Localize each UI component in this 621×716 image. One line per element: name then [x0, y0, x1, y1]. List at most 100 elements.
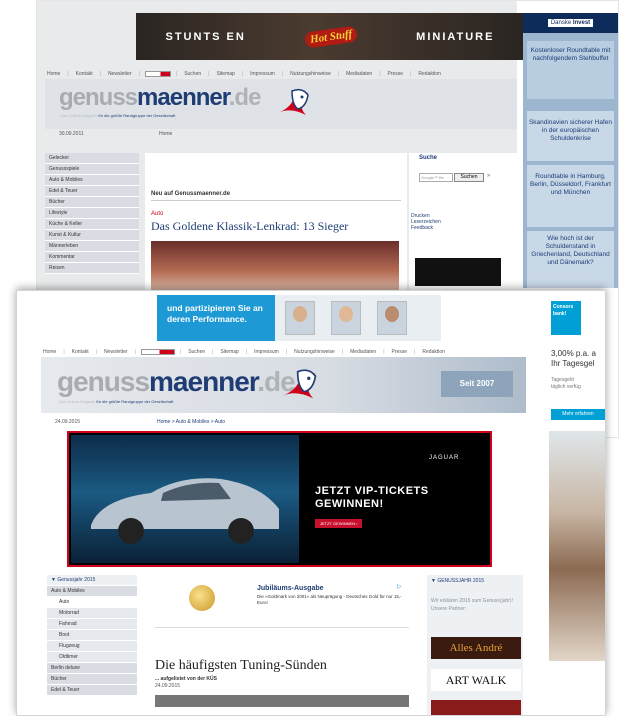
- sidebar-item[interactable]: Berlin deluxe: [47, 663, 137, 674]
- article-image: [155, 695, 409, 707]
- sidebar-item[interactable]: Kommentar: [45, 252, 139, 263]
- sidebar-item[interactable]: Motorrad: [47, 608, 137, 619]
- adchoices-icon[interactable]: ▷: [397, 583, 402, 590]
- danske-ad[interactable]: Danske Invest Kostenloser Roundtable mit…: [523, 13, 618, 288]
- sidebar-item[interactable]: Auto & Mobiles: [47, 586, 137, 597]
- nav-sitemap[interactable]: Sitemap: [218, 349, 240, 355]
- consors-ad[interactable]: Consors bank! 3,00% p.a. a Ihr Tagesgel …: [549, 301, 605, 715]
- red-box: [431, 700, 521, 715]
- nav-newsletter[interactable]: Newsletter: [102, 349, 130, 355]
- nav-home[interactable]: Home: [41, 349, 58, 355]
- consors-button[interactable]: Mehr erfahren: [551, 409, 605, 420]
- nav-impressum[interactable]: Impressum: [252, 349, 281, 355]
- sidebar-item[interactable]: Küche & Keller: [45, 219, 139, 230]
- promo-text: und partizipieren Sie an deren Performan…: [157, 295, 275, 341]
- nav-impressum[interactable]: Impressum: [248, 71, 277, 77]
- coin-ad[interactable]: Jubiläums-Ausgabe Die »Goldmark von 2001…: [177, 581, 407, 617]
- search-button[interactable]: Suchen: [454, 173, 484, 182]
- consors-sub: Ihr Tagesgel: [551, 359, 595, 368]
- article-photo: [151, 241, 399, 291]
- sidebar-item[interactable]: Reisen: [45, 263, 139, 274]
- link-feedback[interactable]: Feedback: [411, 225, 441, 231]
- danske-brand-b: Invest: [572, 20, 591, 26]
- jaguar-brand: JAGUAR: [429, 455, 460, 461]
- breadcrumb[interactable]: Home > Auto & Mobiles > Auto: [157, 419, 225, 425]
- screenshot-2015: und partizipieren Sie an deren Performan…: [16, 290, 606, 716]
- nav-nutzung[interactable]: Nutzungshinweise: [292, 349, 337, 355]
- banner-left-text: STUNTS EN: [165, 30, 246, 43]
- date: 24.09.2015: [55, 419, 81, 425]
- nav-nutzung[interactable]: Nutzungshinweise: [288, 71, 333, 77]
- date-bar: 24.09.2015 Home > Auto & Mobiles > Auto: [41, 417, 526, 427]
- danske-box-1: Kostenloser Roundtable mit nachfolgendem…: [527, 41, 614, 99]
- sidebar-item[interactable]: Kunst & Kultur: [45, 230, 139, 241]
- nav-presse[interactable]: Presse: [390, 349, 410, 355]
- article-category: Auto: [151, 211, 164, 217]
- danske-logo: Danske Invest: [547, 19, 594, 27]
- sidebar-item[interactable]: Boot: [47, 630, 137, 641]
- article-divider: [155, 627, 409, 628]
- sidebar-item[interactable]: Gelecker: [45, 153, 139, 164]
- top-banner-ad[interactable]: STUNTS EN Hot Stuff MINIATURE: [136, 13, 524, 60]
- nav-mediadaten[interactable]: Mediadaten: [344, 71, 374, 77]
- sidebar-item[interactable]: Genussspiele: [45, 164, 139, 175]
- sidebar-item-active[interactable]: Auto: [47, 597, 137, 608]
- article-subtitle: ... aufgelistet von der KÜS: [155, 676, 217, 682]
- search-label: Suche: [419, 155, 438, 161]
- breadcrumb[interactable]: Home: [159, 131, 172, 137]
- danske-brand-a: Danske: [550, 20, 572, 26]
- tagline: Das Online-Magazin für die größte Randgr…: [61, 113, 175, 118]
- top-navigation: Home | Kontakt | Newsletter | | Suchen | Sit…: [45, 71, 443, 77]
- sidebar-item[interactable]: ▼ Genussjahr 2015: [47, 575, 137, 586]
- nav-badge[interactable]: [140, 349, 175, 355]
- sidebar-item[interactable]: Bücher: [47, 674, 137, 685]
- sidebar-item[interactable]: Auto & Mobiles: [45, 175, 139, 186]
- hot-stuff-logo: Hot Stuff: [304, 24, 358, 49]
- dark-ad-box[interactable]: [415, 258, 501, 286]
- jaguar-cta[interactable]: JETZT GEWINNEN ›: [315, 519, 363, 528]
- nav-redaktion[interactable]: Redaktion: [416, 71, 443, 77]
- promo-banner[interactable]: und partizipieren Sie an deren Performan…: [157, 295, 441, 341]
- sidebar-item[interactable]: Fahrrad: [47, 619, 137, 630]
- nav-mediadaten[interactable]: Mediadaten: [348, 349, 378, 355]
- search-input[interactable]: Google™ Be: [419, 173, 453, 182]
- sidebar-item[interactable]: Bücher: [45, 197, 139, 208]
- art-walk-logo[interactable]: ART WALK: [431, 669, 521, 691]
- tagline-faint: Das Online-Magazin: [59, 399, 96, 404]
- sidebar-item[interactable]: Lifestyle: [45, 208, 139, 219]
- sidebar-item[interactable]: Oldtimer: [47, 652, 137, 663]
- sidebar: ▼ Genussjahr 2015 Auto & Mobiles Auto Mo…: [47, 575, 137, 696]
- article-title[interactable]: Die häufigsten Tuning-Sünden: [155, 658, 415, 674]
- genussjahr-heading: ▼ GENUSSJAHR 2015: [431, 578, 485, 584]
- jaguar-ad[interactable]: JAGUAR JETZT VIP-TICKETS GEWINNEN! JETZT…: [67, 431, 492, 567]
- nav-suchen[interactable]: Suchen: [182, 71, 203, 77]
- sidebar-item[interactable]: Männerleben: [45, 241, 139, 252]
- danske-header: Danske Invest: [523, 13, 618, 33]
- car-image: [71, 435, 299, 563]
- sidebar-item[interactable]: Flugzeug: [47, 641, 137, 652]
- article-title[interactable]: Das Goldene Klassik-Lenkrad: 13 Sieger: [151, 219, 348, 234]
- article: Die häufigsten Tuning-Sünden ... aufgeli…: [155, 627, 415, 707]
- portrait-3: [377, 301, 407, 335]
- gold-coin-icon: [189, 585, 215, 611]
- search-arrow-icon[interactable]: »: [487, 173, 490, 179]
- mascot-icon: [282, 369, 317, 399]
- nav-sitemap[interactable]: Sitemap: [214, 71, 236, 77]
- sidebar-item[interactable]: Edel & Teuer: [47, 685, 137, 696]
- nav-suchen[interactable]: Suchen: [186, 349, 207, 355]
- alles-andre-logo[interactable]: Alles André: [431, 637, 521, 659]
- nav-home[interactable]: Home: [45, 71, 62, 77]
- coin-title: Jubiläums-Ausgabe: [257, 585, 324, 592]
- site-logo[interactable]: genussmaenner.de: [57, 366, 296, 397]
- nav-badge[interactable]: [144, 71, 171, 77]
- nav-kontakt[interactable]: Kontakt: [74, 71, 95, 77]
- nav-kontakt[interactable]: Kontakt: [70, 349, 91, 355]
- logo-maenner: maenner: [149, 366, 258, 397]
- nav-redaktion[interactable]: Redaktion: [420, 349, 447, 355]
- nav-newsletter[interactable]: Newsletter: [106, 71, 134, 77]
- site-logo[interactable]: genussmaenner.de: [59, 85, 261, 111]
- nav-presse[interactable]: Presse: [386, 71, 406, 77]
- sidebar-item[interactable]: Edel & Teuer: [45, 186, 139, 197]
- seit-2007-badge: Seit 2007: [441, 371, 513, 397]
- top-navigation: Home | Kontakt | Newsletter | | Suchen | Sit…: [41, 349, 447, 355]
